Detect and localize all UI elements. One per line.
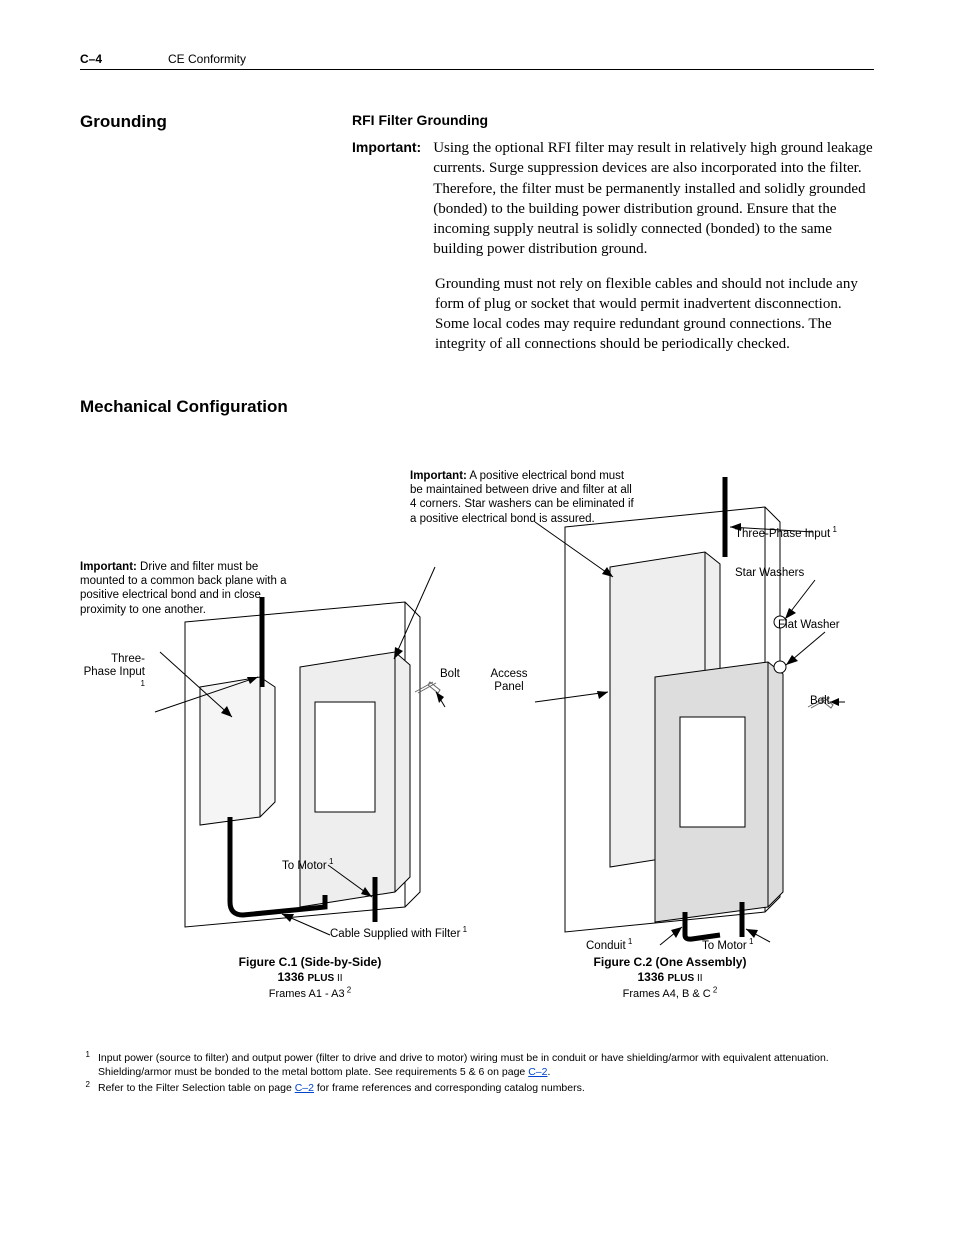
- label-three-phase-left: Three-Phase Input 1: [80, 653, 145, 695]
- grounding-title: Grounding: [80, 112, 352, 132]
- label-access-panel: Access Panel: [484, 668, 534, 694]
- grounding-sidebar: Grounding: [80, 112, 352, 355]
- figure-c2-caption: Figure C.2 (One Assembly) 1336 PLUS II F…: [570, 955, 770, 1002]
- fig2-frames: Frames A4, B & C 2: [623, 988, 718, 1000]
- figure-c1-caption: Figure C.1 (Side-by-Side) 1336 PLUS II F…: [210, 955, 410, 1002]
- rfi-subtitle: RFI Filter Grounding: [352, 112, 874, 128]
- fn1-mark: 1: [80, 1050, 90, 1078]
- grounding-body: RFI Filter Grounding Important: Using th…: [352, 112, 874, 355]
- fn2-text: Refer to the Filter Selection table on p…: [98, 1081, 874, 1095]
- note-left-label: Important:: [80, 561, 137, 573]
- fn1-link[interactable]: C–2: [528, 1066, 547, 1078]
- note-left: Important: Drive and filter must be moun…: [80, 560, 295, 618]
- important-label: Important:: [352, 138, 421, 260]
- note-top-label: Important:: [410, 470, 467, 482]
- label-flat-washer: Flat Washer: [778, 619, 840, 632]
- figure-c2-diagram: [480, 467, 860, 987]
- label-to-motor-right: To Motor 1: [702, 937, 753, 953]
- grounding-section: Grounding RFI Filter Grounding Important…: [80, 112, 874, 355]
- fig1-frames: Frames A1 - A3 2: [269, 988, 351, 1000]
- label-star-washers: Star Washers: [735, 567, 804, 580]
- page-header: C–4 CE Conformity: [80, 52, 874, 70]
- footnote-1: 1 Input power (source to filter) and out…: [80, 1051, 874, 1079]
- label-bolt-right: Bolt: [810, 695, 830, 708]
- fig2-line1: Figure C.2 (One Assembly): [594, 955, 747, 969]
- label-to-motor-left: To Motor 1: [282, 857, 333, 873]
- figure-c1-diagram: [90, 477, 480, 977]
- fig1-line1: Figure C.1 (Side-by-Side): [239, 955, 382, 969]
- grounding-paragraph-2: Grounding must not rely on flexible cabl…: [435, 274, 874, 355]
- note-top: Important: A positive electrical bond mu…: [410, 469, 635, 527]
- fn1-text: Input power (source to filter) and outpu…: [98, 1051, 874, 1079]
- chapter-title: CE Conformity: [168, 52, 246, 66]
- footnote-2: 2 Refer to the Filter Selection table on…: [80, 1081, 874, 1095]
- label-bolt-left: Bolt: [440, 668, 460, 681]
- page-number: C–4: [80, 52, 168, 66]
- label-conduit: Conduit 1: [586, 937, 632, 953]
- mechanical-title: Mechanical Configuration: [80, 397, 874, 417]
- important-block: Important: Using the optional RFI filter…: [352, 138, 874, 260]
- page-root: C–4 CE Conformity Grounding RFI Filter G…: [0, 0, 954, 1147]
- label-cable-supplied: Cable Supplied with Filter 1: [330, 925, 467, 941]
- fn2-link[interactable]: C–2: [295, 1082, 314, 1094]
- footnotes: 1 Input power (source to filter) and out…: [80, 1051, 874, 1096]
- diagram-area: Important: Drive and filter must be moun…: [80, 447, 874, 1007]
- label-three-phase-right: Three-Phase Input 1: [735, 525, 837, 541]
- fn2-mark: 2: [80, 1080, 90, 1094]
- important-text: Using the optional RFI filter may result…: [433, 138, 874, 260]
